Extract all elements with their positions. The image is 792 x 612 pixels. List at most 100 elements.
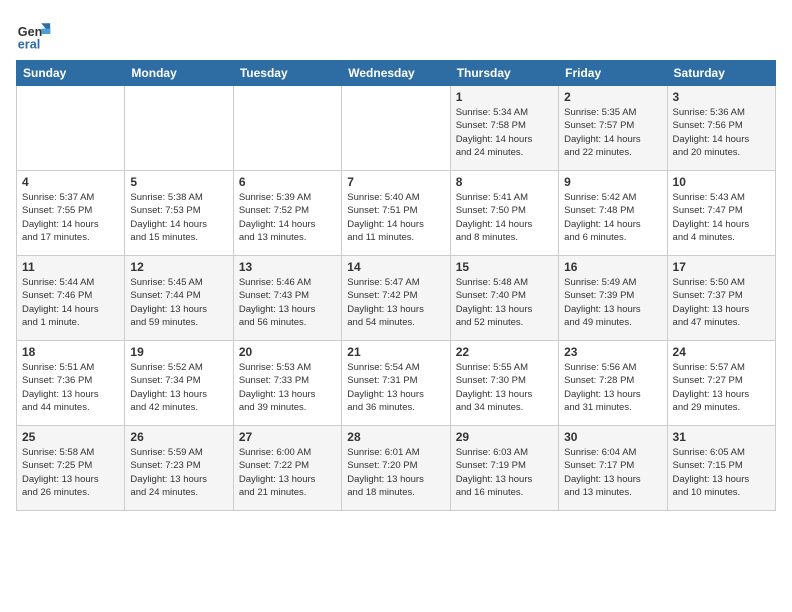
day-info: Sunrise: 5:41 AM Sunset: 7:50 PM Dayligh…: [456, 191, 553, 244]
day-number: 20: [239, 345, 336, 359]
day-cell: 28 Sunrise: 6:01 AM Sunset: 7:20 PM Dayli…: [342, 426, 450, 511]
day-number: 14: [347, 260, 444, 274]
day-cell: 11 Sunrise: 5:44 AM Sunset: 7:46 PM Dayli…: [17, 256, 125, 341]
day-info: Sunrise: 5:49 AM Sunset: 7:39 PM Dayligh…: [564, 276, 661, 329]
day-info: Sunrise: 5:59 AM Sunset: 7:23 PM Dayligh…: [130, 446, 227, 499]
day-cell: 5 Sunrise: 5:38 AM Sunset: 7:53 PM Daylig…: [125, 171, 233, 256]
day-number: 22: [456, 345, 553, 359]
day-number: 8: [456, 175, 553, 189]
day-info: Sunrise: 5:37 AM Sunset: 7:55 PM Dayligh…: [22, 191, 119, 244]
days-of-week-row: SundayMondayTuesdayWednesdayThursdayFrid…: [17, 61, 776, 86]
day-cell: 2 Sunrise: 5:35 AM Sunset: 7:57 PM Daylig…: [559, 86, 667, 171]
day-info: Sunrise: 5:39 AM Sunset: 7:52 PM Dayligh…: [239, 191, 336, 244]
calendar-table: SundayMondayTuesdayWednesdayThursdayFrid…: [16, 60, 776, 511]
header-tuesday: Tuesday: [233, 61, 341, 86]
page-header: Gen eral: [16, 16, 776, 52]
calendar-body: 1 Sunrise: 5:34 AM Sunset: 7:58 PM Daylig…: [17, 86, 776, 511]
week-row-2: 4 Sunrise: 5:37 AM Sunset: 7:55 PM Daylig…: [17, 171, 776, 256]
day-number: 29: [456, 430, 553, 444]
day-info: Sunrise: 5:42 AM Sunset: 7:48 PM Dayligh…: [564, 191, 661, 244]
day-cell: 23 Sunrise: 5:56 AM Sunset: 7:28 PM Dayli…: [559, 341, 667, 426]
day-number: 24: [673, 345, 770, 359]
day-info: Sunrise: 5:47 AM Sunset: 7:42 PM Dayligh…: [347, 276, 444, 329]
day-cell: 21 Sunrise: 5:54 AM Sunset: 7:31 PM Dayli…: [342, 341, 450, 426]
day-cell: 12 Sunrise: 5:45 AM Sunset: 7:44 PM Dayli…: [125, 256, 233, 341]
day-cell: 3 Sunrise: 5:36 AM Sunset: 7:56 PM Daylig…: [667, 86, 775, 171]
day-number: 10: [673, 175, 770, 189]
day-info: Sunrise: 5:38 AM Sunset: 7:53 PM Dayligh…: [130, 191, 227, 244]
logo: Gen eral: [16, 16, 56, 52]
day-number: 13: [239, 260, 336, 274]
day-number: 21: [347, 345, 444, 359]
day-cell: 25 Sunrise: 5:58 AM Sunset: 7:25 PM Dayli…: [17, 426, 125, 511]
day-cell: 13Sunrise: 5:46 AM Sunset: 7:43 PM Dayli…: [233, 256, 341, 341]
day-info: Sunrise: 5:43 AM Sunset: 7:47 PM Dayligh…: [673, 191, 770, 244]
header-monday: Monday: [125, 61, 233, 86]
day-number: 23: [564, 345, 661, 359]
day-cell: 24 Sunrise: 5:57 AM Sunset: 7:27 PM Dayli…: [667, 341, 775, 426]
day-info: Sunrise: 5:44 AM Sunset: 7:46 PM Dayligh…: [22, 276, 119, 329]
week-row-3: 11 Sunrise: 5:44 AM Sunset: 7:46 PM Dayli…: [17, 256, 776, 341]
day-number: 2: [564, 90, 661, 104]
header-sunday: Sunday: [17, 61, 125, 86]
day-number: 30: [564, 430, 661, 444]
week-row-5: 25 Sunrise: 5:58 AM Sunset: 7:25 PM Dayli…: [17, 426, 776, 511]
day-number: 1: [456, 90, 553, 104]
day-cell: 16 Sunrise: 5:49 AM Sunset: 7:39 PM Dayli…: [559, 256, 667, 341]
day-info: Sunrise: 5:50 AM Sunset: 7:37 PM Dayligh…: [673, 276, 770, 329]
day-number: 12: [130, 260, 227, 274]
day-number: 17: [673, 260, 770, 274]
day-cell: [125, 86, 233, 171]
day-number: 19: [130, 345, 227, 359]
day-info: Sunrise: 5:57 AM Sunset: 7:27 PM Dayligh…: [673, 361, 770, 414]
day-info: Sunrise: 6:03 AM Sunset: 7:19 PM Dayligh…: [456, 446, 553, 499]
day-info: Sunrise: 5:48 AM Sunset: 7:40 PM Dayligh…: [456, 276, 553, 329]
day-number: 4: [22, 175, 119, 189]
day-cell: 15Sunrise: 5:48 AM Sunset: 7:40 PM Dayli…: [450, 256, 558, 341]
header-thursday: Thursday: [450, 61, 558, 86]
day-number: 27: [239, 430, 336, 444]
day-info: Sunrise: 5:45 AM Sunset: 7:44 PM Dayligh…: [130, 276, 227, 329]
day-cell: 30 Sunrise: 6:04 AM Sunset: 7:17 PM Dayli…: [559, 426, 667, 511]
day-cell: 14 Sunrise: 5:47 AM Sunset: 7:42 PM Dayli…: [342, 256, 450, 341]
day-info: Sunrise: 6:04 AM Sunset: 7:17 PM Dayligh…: [564, 446, 661, 499]
day-info: Sunrise: 5:36 AM Sunset: 7:56 PM Dayligh…: [673, 106, 770, 159]
day-cell: 27Sunrise: 6:00 AM Sunset: 7:22 PM Dayli…: [233, 426, 341, 511]
day-number: 28: [347, 430, 444, 444]
day-number: 18: [22, 345, 119, 359]
day-info: Sunrise: 6:05 AM Sunset: 7:15 PM Dayligh…: [673, 446, 770, 499]
day-cell: 6Sunrise: 5:39 AM Sunset: 7:52 PM Daylig…: [233, 171, 341, 256]
day-number: 25: [22, 430, 119, 444]
day-info: Sunrise: 6:01 AM Sunset: 7:20 PM Dayligh…: [347, 446, 444, 499]
day-number: 9: [564, 175, 661, 189]
day-cell: 26 Sunrise: 5:59 AM Sunset: 7:23 PM Dayli…: [125, 426, 233, 511]
day-info: Sunrise: 5:54 AM Sunset: 7:31 PM Dayligh…: [347, 361, 444, 414]
day-number: 26: [130, 430, 227, 444]
calendar-header: SundayMondayTuesdayWednesdayThursdayFrid…: [17, 61, 776, 86]
day-info: Sunrise: 5:34 AM Sunset: 7:58 PM Dayligh…: [456, 106, 553, 159]
day-cell: 29 Sunrise: 6:03 AM Sunset: 7:19 PM Dayli…: [450, 426, 558, 511]
day-info: Sunrise: 5:35 AM Sunset: 7:57 PM Dayligh…: [564, 106, 661, 159]
day-cell: 22 Sunrise: 5:55 AM Sunset: 7:30 PM Dayli…: [450, 341, 558, 426]
day-number: 3: [673, 90, 770, 104]
day-number: 16: [564, 260, 661, 274]
day-cell: 31 Sunrise: 6:05 AM Sunset: 7:15 PM Dayli…: [667, 426, 775, 511]
svg-text:eral: eral: [18, 37, 40, 51]
day-number: 11: [22, 260, 119, 274]
day-info: Sunrise: 5:58 AM Sunset: 7:25 PM Dayligh…: [22, 446, 119, 499]
day-info: Sunrise: 5:52 AM Sunset: 7:34 PM Dayligh…: [130, 361, 227, 414]
day-number: 31: [673, 430, 770, 444]
logo-icon: Gen eral: [16, 16, 52, 52]
day-cell: [17, 86, 125, 171]
day-cell: 17 Sunrise: 5:50 AM Sunset: 7:37 PM Dayli…: [667, 256, 775, 341]
day-info: Sunrise: 5:55 AM Sunset: 7:30 PM Dayligh…: [456, 361, 553, 414]
day-number: 5: [130, 175, 227, 189]
day-cell: 4 Sunrise: 5:37 AM Sunset: 7:55 PM Daylig…: [17, 171, 125, 256]
header-friday: Friday: [559, 61, 667, 86]
day-cell: 1 Sunrise: 5:34 AM Sunset: 7:58 PM Daylig…: [450, 86, 558, 171]
day-info: Sunrise: 5:53 AM Sunset: 7:33 PM Dayligh…: [239, 361, 336, 414]
day-info: Sunrise: 5:56 AM Sunset: 7:28 PM Dayligh…: [564, 361, 661, 414]
day-cell: 7Sunrise: 5:40 AM Sunset: 7:51 PM Daylig…: [342, 171, 450, 256]
day-cell: 8 Sunrise: 5:41 AM Sunset: 7:50 PM Daylig…: [450, 171, 558, 256]
day-info: Sunrise: 5:40 AM Sunset: 7:51 PM Dayligh…: [347, 191, 444, 244]
